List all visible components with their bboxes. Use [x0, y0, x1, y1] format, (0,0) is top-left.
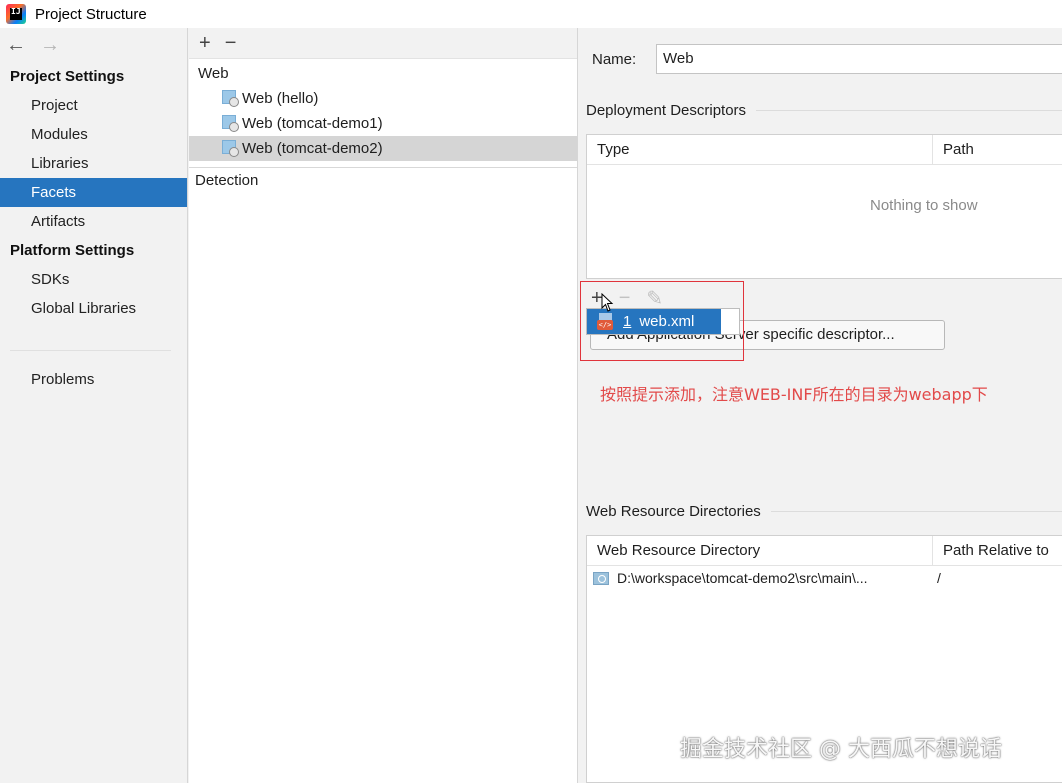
path-relative-cell: / [937, 570, 941, 586]
web-facet-icon [222, 115, 239, 132]
navigation-arrows: ← → [0, 28, 187, 62]
name-row: Name: Web [592, 44, 1062, 74]
facets-toolbar: + − [189, 28, 577, 59]
web-facet-icon [222, 140, 239, 157]
intellij-logo-icon: IJ [6, 4, 26, 24]
settings-sidebar: ← → Project Settings Project Modules Lib… [0, 28, 188, 783]
sidebar-item-modules[interactable]: Modules [0, 120, 187, 149]
name-input[interactable]: Web [656, 44, 1062, 74]
column-header-web-resource-directory[interactable]: Web Resource Directory [587, 536, 932, 566]
mouse-cursor-icon [601, 293, 614, 312]
sidebar-item-project[interactable]: Project [0, 91, 187, 120]
platform-settings-header: Platform Settings [10, 242, 135, 259]
column-header-path-relative[interactable]: Path Relative to [932, 535, 1062, 566]
tree-item-label: Web (tomcat-demo2) [242, 140, 383, 157]
facets-tree: Web Web (hello) Web (tomcat-demo1) Web (… [189, 59, 577, 193]
tree-root-web[interactable]: Web [189, 61, 577, 86]
table-row[interactable]: D:\workspace\tomcat-demo2\src\main\... / [587, 566, 1062, 590]
tree-item-label: Web (hello) [242, 90, 319, 107]
deployment-descriptors-label: Deployment Descriptors [586, 102, 747, 119]
forward-arrow-icon[interactable]: → [40, 34, 60, 57]
facet-detail-pane: Name: Web Deployment Descriptors Type Pa… [579, 28, 1062, 783]
tree-item-detection[interactable]: Detection [189, 168, 577, 193]
title-bar: IJ Project Structure [0, 0, 1062, 28]
empty-state-text: Nothing to show [870, 197, 978, 214]
plus-icon[interactable]: + [199, 32, 211, 55]
table-header: Web Resource Directory Path Relative to [587, 535, 1062, 566]
facets-tree-pane: + − Web Web (hello) Web (tomcat-demo1) W… [189, 28, 578, 783]
sidebar-divider [10, 323, 171, 351]
column-header-path[interactable]: Path [932, 134, 1062, 165]
deployment-descriptors-table: Type Path Nothing to show [586, 134, 1062, 279]
project-settings-header: Project Settings [10, 68, 125, 85]
web-resource-directories-title: Web Resource Directories [586, 503, 1062, 520]
watermark-text: 掘金技术社区 @ 大西瓜不想说话 [680, 737, 1002, 762]
tree-item-web-hello[interactable]: Web (hello) [189, 86, 577, 111]
deployment-descriptors-title: Deployment Descriptors [586, 102, 1062, 119]
sidebar-item-libraries[interactable]: Libraries [0, 149, 187, 178]
column-header-type[interactable]: Type [587, 135, 932, 165]
sidebar-item-sdks[interactable]: SDKs [0, 265, 187, 294]
annotation-text: 按照提示添加，注意WEB-INF所在的目录为webapp下 [600, 385, 988, 404]
sidebar-item-artifacts[interactable]: Artifacts [0, 207, 187, 236]
tree-item-web-tomcat-demo1[interactable]: Web (tomcat-demo1) [189, 111, 577, 136]
project-structure-window: IJ Project Structure ← → Project Setting… [0, 0, 1062, 783]
window-title: Project Structure [35, 5, 147, 23]
tree-item-web-tomcat-demo2[interactable]: Web (tomcat-demo2) [189, 136, 577, 161]
tree-item-label: Web (tomcat-demo1) [242, 115, 383, 132]
folder-icon [593, 571, 609, 585]
minus-icon[interactable]: − [225, 32, 237, 55]
table-header: Type Path [587, 134, 1062, 165]
web-resource-directory-cell: D:\workspace\tomcat-demo2\src\main\... [617, 570, 868, 586]
sidebar-item-global-libraries[interactable]: Global Libraries [0, 294, 187, 323]
sidebar-item-facets[interactable]: Facets [0, 178, 187, 207]
web-facet-icon [222, 90, 239, 107]
sidebar-item-problems[interactable]: Problems [0, 365, 187, 394]
back-arrow-icon[interactable]: ← [6, 34, 26, 57]
name-label: Name: [592, 50, 637, 68]
web-resource-directories-label: Web Resource Directories [586, 503, 761, 520]
